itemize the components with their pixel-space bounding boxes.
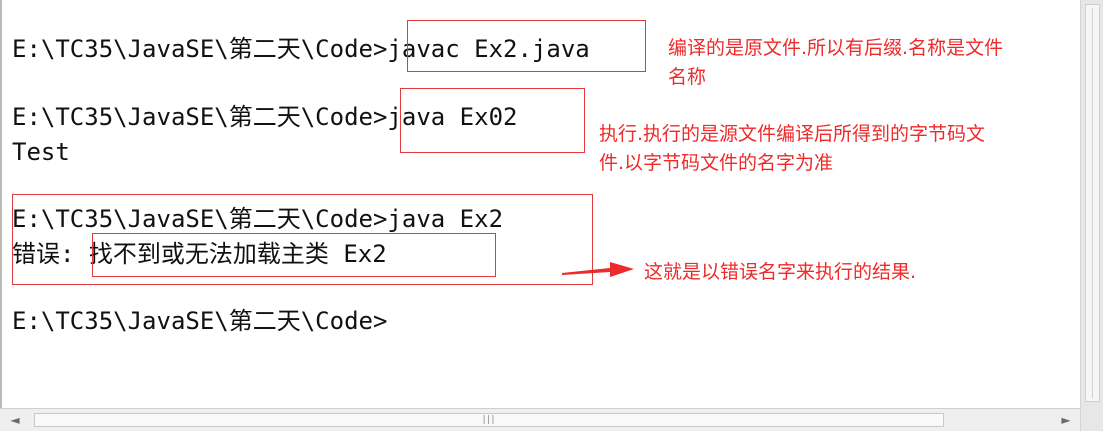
vertical-track-line xyxy=(1092,8,1093,398)
console-window[interactable]: E:\TC35\JavaSE\第二天\Code>javac Ex2.java E… xyxy=(0,0,1082,408)
horizontal-scrollbar-thumb[interactable]: ||| xyxy=(34,413,944,427)
scroll-left-icon[interactable]: ◄ xyxy=(5,409,25,431)
vertical-scrollbar[interactable] xyxy=(1080,0,1103,431)
error-message-box xyxy=(92,233,496,277)
annotation-arrow-icon xyxy=(562,262,634,277)
compile-note: 编译的是原文件.所以有后缀.名称是文件 名称 xyxy=(668,37,1004,88)
run-note: 执行.执行的是源文件编译后所得到的字节码文 件.以字节码文件的名字为准 xyxy=(599,123,986,174)
console-line-6: E:\TC35\JavaSE\第二天\Code> xyxy=(12,307,388,335)
run-highlight-box xyxy=(400,88,585,153)
scroll-right-icon[interactable]: ► xyxy=(1056,409,1076,431)
console-line-3: Test xyxy=(12,138,70,166)
compile-highlight-box xyxy=(407,20,646,72)
horizontal-scrollbar[interactable]: ◄ ||| ► xyxy=(0,408,1080,431)
error-note: 这就是以错误名字来执行的结果. xyxy=(644,261,917,283)
scroll-grip-icon: ||| xyxy=(481,415,495,425)
